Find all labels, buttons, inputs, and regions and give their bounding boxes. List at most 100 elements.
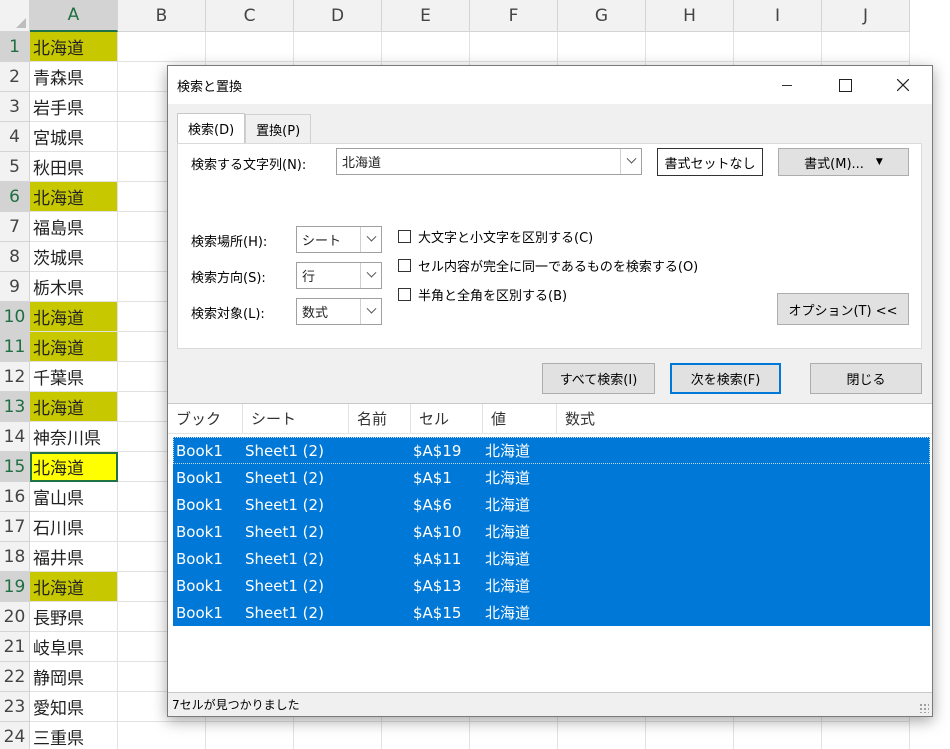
checkbox-box[interactable] (398, 258, 411, 272)
match-case-checkbox[interactable]: 大文字と小文字を区別する(C) (398, 226, 593, 246)
row-header[interactable]: 4 (0, 122, 30, 152)
dialog-titlebar[interactable]: 検索と置換 (168, 66, 932, 104)
cell-a[interactable]: 石川県 (30, 512, 118, 542)
find-all-button[interactable]: すべて検索(I) (542, 363, 655, 394)
col-header-value[interactable]: 値 (483, 404, 557, 433)
cell-a[interactable]: 北海道 (30, 392, 118, 422)
row-header[interactable]: 18 (0, 542, 30, 572)
options-toggle-button[interactable]: オプション(T) << (777, 293, 909, 325)
cell-a[interactable]: 千葉県 (30, 362, 118, 392)
result-row[interactable]: Book1 Sheet1 (2) $A$11 北海道 (173, 545, 930, 572)
empty-cell[interactable] (646, 722, 734, 749)
column-header[interactable]: B (118, 0, 206, 32)
col-header-book[interactable]: ブック (168, 404, 243, 433)
empty-cell[interactable] (382, 32, 470, 62)
cell-a[interactable]: 青森県 (30, 62, 118, 92)
cell-a[interactable]: 福井県 (30, 542, 118, 572)
row-header[interactable]: 13 (0, 392, 30, 422)
cell-a[interactable]: 栃木県 (30, 272, 118, 302)
checkbox-box[interactable] (398, 287, 411, 301)
chevron-down-icon[interactable] (620, 149, 641, 174)
row-header[interactable]: 5 (0, 152, 30, 182)
empty-cell[interactable] (382, 722, 470, 749)
cell-a[interactable]: 愛知県 (30, 692, 118, 722)
cell-a[interactable]: 北海道 (30, 182, 118, 212)
column-header[interactable]: D (294, 0, 382, 32)
empty-cell[interactable] (558, 32, 646, 62)
row-header[interactable]: 7 (0, 212, 30, 242)
empty-cell[interactable] (646, 32, 734, 62)
empty-cell[interactable] (294, 722, 382, 749)
maximize-icon[interactable] (816, 66, 874, 104)
cell-a[interactable]: 秋田県 (30, 152, 118, 182)
empty-cell[interactable] (206, 722, 294, 749)
empty-cell[interactable] (734, 722, 822, 749)
column-header[interactable]: J (822, 0, 910, 32)
cell-a[interactable]: 北海道 (30, 302, 118, 332)
empty-cell[interactable] (470, 722, 558, 749)
result-row[interactable]: Book1 Sheet1 (2) $A$10 北海道 (173, 518, 930, 545)
column-header[interactable]: H (646, 0, 734, 32)
empty-cell[interactable] (558, 722, 646, 749)
chevron-down-icon[interactable] (360, 227, 381, 252)
find-what-input[interactable]: 北海道 (336, 148, 642, 175)
format-button[interactable]: 書式(M)... ▼ (778, 148, 909, 176)
cell-a[interactable]: 岐阜県 (30, 632, 118, 662)
select-all-corner[interactable] (0, 0, 30, 32)
close-icon[interactable] (874, 66, 932, 104)
row-header[interactable]: 24 (0, 722, 30, 749)
row-header[interactable]: 3 (0, 92, 30, 122)
row-header[interactable]: 10 (0, 302, 30, 332)
minimize-icon[interactable] (758, 66, 816, 104)
close-button[interactable]: 閉じる (810, 363, 922, 394)
resize-grip-icon[interactable] (919, 703, 929, 713)
row-header[interactable]: 21 (0, 632, 30, 662)
col-header-cell[interactable]: セル (411, 404, 483, 433)
row-header[interactable]: 1 (0, 32, 30, 62)
result-row[interactable]: Book1 Sheet1 (2) $A$15 北海道 (173, 599, 930, 626)
cell-a[interactable]: 茨城県 (30, 242, 118, 272)
empty-cell[interactable] (118, 32, 206, 62)
checkbox-box[interactable] (398, 229, 411, 243)
column-header[interactable]: C (206, 0, 294, 32)
match-entire-cell-checkbox[interactable]: セル内容が完全に同一であるものを検索する(O) (398, 255, 698, 275)
result-row[interactable]: Book1 Sheet1 (2) $A$19 北海道 (173, 437, 930, 464)
row-header[interactable]: 15 (0, 452, 30, 482)
row-header[interactable]: 17 (0, 512, 30, 542)
row-header[interactable]: 20 (0, 602, 30, 632)
column-header[interactable]: E (382, 0, 470, 32)
empty-cell[interactable] (822, 32, 910, 62)
row-header[interactable]: 9 (0, 272, 30, 302)
cell-a[interactable]: 北海道 (30, 32, 118, 62)
row-header[interactable]: 6 (0, 182, 30, 212)
chevron-down-icon[interactable] (360, 299, 381, 324)
chevron-down-icon[interactable] (360, 263, 381, 288)
find-next-button[interactable]: 次を検索(F) (670, 363, 781, 394)
cell-a[interactable]: 福島県 (30, 212, 118, 242)
cell-a[interactable]: 神奈川県 (30, 422, 118, 452)
column-header[interactable]: F (470, 0, 558, 32)
column-header[interactable]: A (30, 0, 118, 32)
empty-cell[interactable] (118, 722, 206, 749)
result-row[interactable]: Book1 Sheet1 (2) $A$13 北海道 (173, 572, 930, 599)
cell-a[interactable]: 三重県 (30, 722, 118, 749)
cell-a[interactable]: 宮城県 (30, 122, 118, 152)
row-header[interactable]: 16 (0, 482, 30, 512)
row-header[interactable]: 11 (0, 332, 30, 362)
empty-cell[interactable] (822, 722, 910, 749)
col-header-formula[interactable]: 数式 (557, 404, 677, 433)
row-header[interactable]: 2 (0, 62, 30, 92)
empty-cell[interactable] (294, 32, 382, 62)
result-row[interactable]: Book1 Sheet1 (2) $A$1 北海道 (173, 464, 930, 491)
cell-a[interactable]: 岩手県 (30, 92, 118, 122)
row-header[interactable]: 8 (0, 242, 30, 272)
row-header[interactable]: 23 (0, 692, 30, 722)
look-in-select[interactable]: 数式 (296, 298, 382, 325)
row-header[interactable]: 14 (0, 422, 30, 452)
empty-cell[interactable] (206, 32, 294, 62)
results-list[interactable]: ブック シート 名前 セル 値 数式 Book1 Sheet1 (2) $A$19 北… (168, 403, 932, 692)
column-header[interactable]: I (734, 0, 822, 32)
cell-a[interactable]: 北海道 (30, 572, 118, 602)
empty-cell[interactable] (470, 32, 558, 62)
row-header[interactable]: 19 (0, 572, 30, 602)
